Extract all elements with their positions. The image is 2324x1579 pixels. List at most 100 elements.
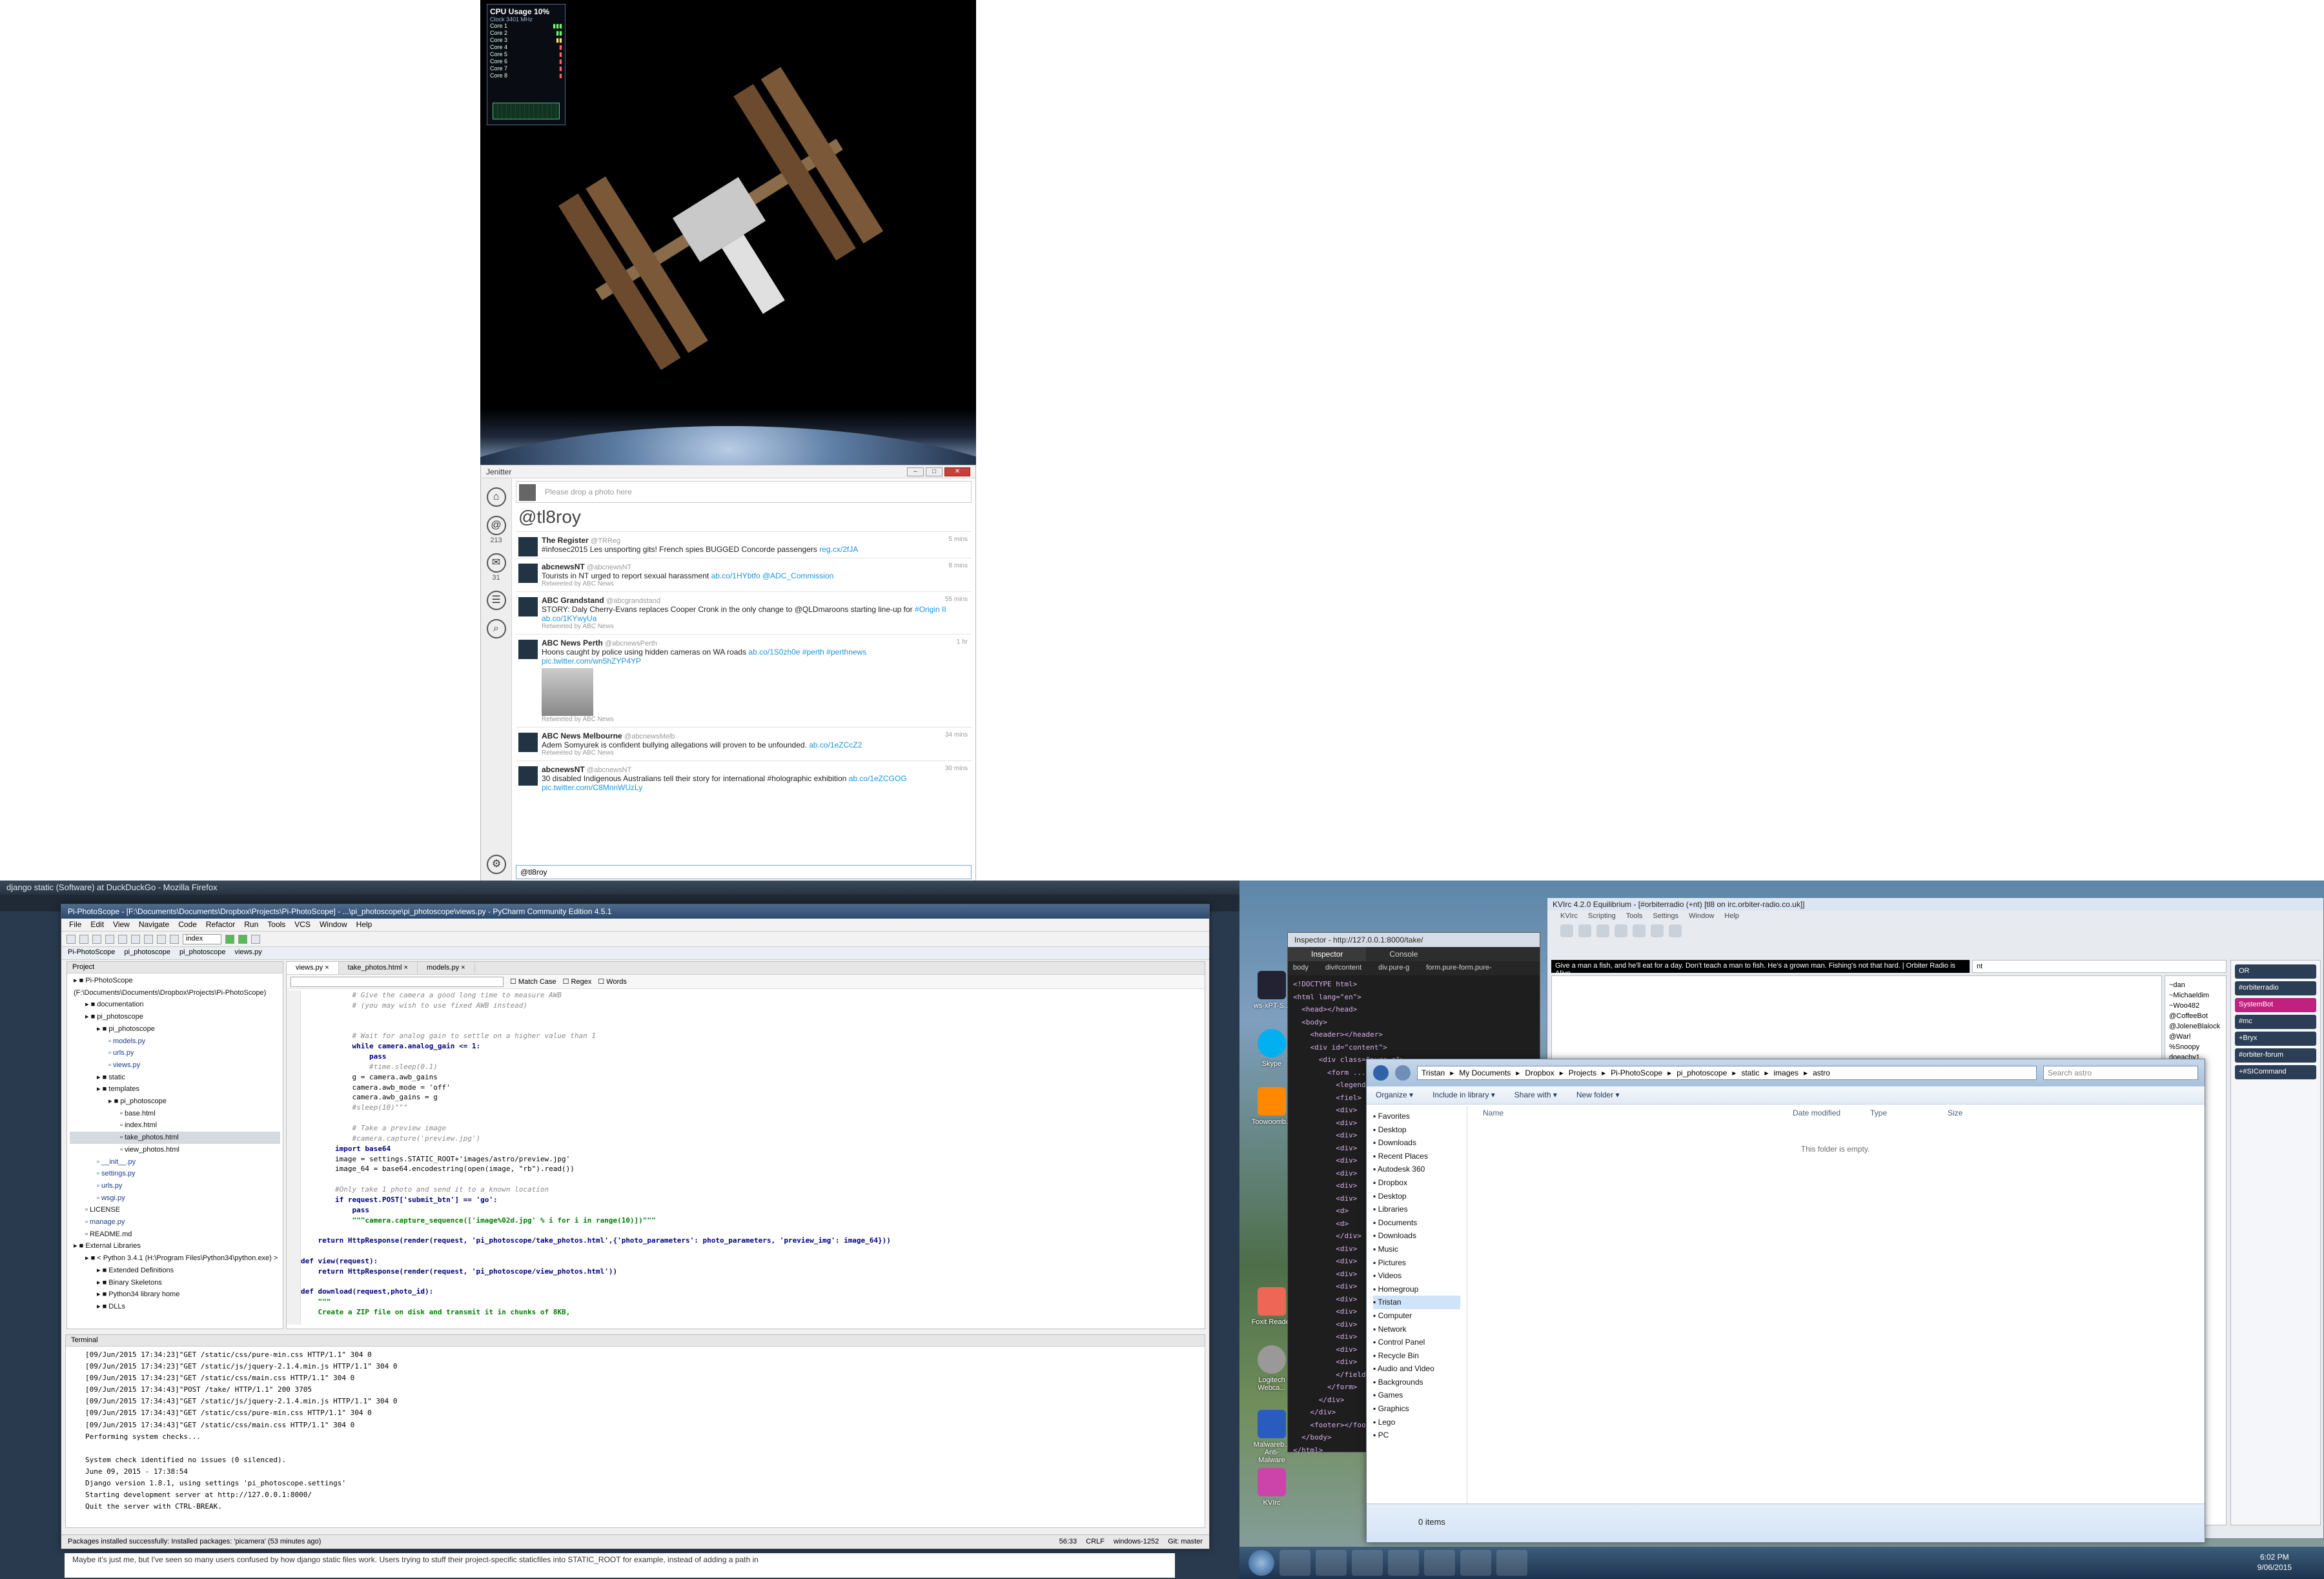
git-branch[interactable]: Git: master	[1168, 1538, 1203, 1546]
nav-item[interactable]: ▪ Documents	[1373, 1216, 1460, 1230]
channel-item[interactable]: #mc	[2235, 1015, 2316, 1029]
tweet-link[interactable]: ab.co/1S0zh0e #perth #perthnews pic.twit…	[542, 647, 866, 666]
open-icon[interactable]	[66, 934, 76, 944]
menu-help[interactable]: Help	[356, 920, 372, 930]
project-tree-item[interactable]: ▸ ■ External Libraries	[70, 1240, 280, 1252]
tweet-link[interactable]: #Origin II ab.co/1KYwyUa	[542, 605, 946, 623]
minimize-button[interactable]: –	[907, 467, 924, 476]
line-separator[interactable]: CRLF	[1086, 1538, 1105, 1546]
tweet-photo[interactable]	[542, 668, 593, 716]
command-organize[interactable]: Organize ▾	[1376, 1090, 1413, 1100]
project-tree-item[interactable]: ▸ ■ Binary Skeletons	[70, 1277, 280, 1289]
file-encoding[interactable]: windows-1252	[1114, 1538, 1159, 1546]
path-segment[interactable]: pi_photoscope	[1677, 1068, 1727, 1077]
find-input[interactable]	[290, 976, 504, 987]
nav-item[interactable]: ▪ Lego	[1373, 1416, 1460, 1429]
search-input[interactable]: Search astro	[2043, 1066, 2198, 1080]
redo-icon[interactable]	[118, 934, 127, 944]
user-item[interactable]: ~dan	[2169, 980, 2222, 990]
user-item[interactable]: @CoffeeBot	[2169, 1011, 2222, 1021]
project-tree-item[interactable]: ▫ README.md	[70, 1228, 280, 1241]
tweet-link[interactable]: ab.co/1HYbtfo @ADC_Commission	[711, 571, 834, 580]
project-panel-header[interactable]: Project	[67, 962, 283, 973]
project-tree-item[interactable]: ▫ view_photos.html	[70, 1144, 280, 1156]
start-button[interactable]	[1249, 1550, 1274, 1576]
dom-node[interactable]: <div id="content">	[1293, 1041, 1534, 1054]
match-case-checkbox[interactable]: ☐ Match Case	[510, 977, 556, 986]
command-share-with[interactable]: Share with ▾	[1514, 1090, 1557, 1100]
nav-item[interactable]: ▪ Recycle Bin	[1373, 1349, 1460, 1363]
terminal-header[interactable]: Terminal	[66, 1335, 1205, 1347]
column-size[interactable]: Size	[1948, 1108, 2025, 1123]
path-segment[interactable]: Projects	[1569, 1068, 1596, 1077]
dom-node[interactable]: <header></header>	[1293, 1028, 1534, 1041]
project-tree-item[interactable]: ▸ ■ static	[70, 1072, 280, 1084]
options-icon[interactable]	[1615, 924, 1627, 937]
menu-kvirc[interactable]: KVIrc	[1560, 912, 1578, 921]
photo-drop-input[interactable]: Please drop a photo here	[516, 481, 972, 503]
tweet-item[interactable]: abcnewsNT @abcnewsNT 30 mins 30 disabled I…	[516, 760, 972, 796]
breadcrumb-item[interactable]: views.py	[235, 948, 262, 958]
run-icon[interactable]	[225, 934, 234, 944]
path-segment[interactable]: static	[1741, 1068, 1759, 1077]
debug-icon[interactable]	[238, 934, 247, 944]
nav-item[interactable]: ▪ Backgrounds	[1373, 1376, 1460, 1389]
server-icon[interactable]	[1578, 924, 1591, 937]
channel-item[interactable]: +Bryx	[2235, 1032, 2316, 1046]
nav-item[interactable]: ▪ Graphics	[1373, 1402, 1460, 1416]
menu-code[interactable]: Code	[178, 920, 197, 930]
user-item[interactable]: ~Michaeldim	[2169, 990, 2222, 1001]
breadcrumb-item[interactable]: body	[1293, 964, 1309, 973]
project-tree-item[interactable]: ▸ ■ pi_photoscope	[70, 1095, 280, 1108]
breadcrumb-item[interactable]: Pi-PhotoScope	[68, 948, 115, 958]
tab-console[interactable]: Console	[1366, 947, 1441, 961]
tweet-author[interactable]: abcnewsNT	[542, 562, 585, 571]
menu-window[interactable]: Window	[320, 920, 347, 930]
nav-item[interactable]: ▪ Network	[1373, 1323, 1460, 1336]
column-date-modified[interactable]: Date modified	[1793, 1108, 1870, 1123]
tweet-item[interactable]: ABC News Perth @abcnewsPerth 1 hr Hoons ca…	[516, 634, 972, 727]
breadcrumb-item[interactable]: form.pure-form.pure-	[1426, 964, 1491, 973]
tweet-author[interactable]: abcnewsNT	[542, 765, 585, 774]
tweet-author[interactable]: ABC Grandstand	[542, 596, 604, 605]
menu-vcs[interactable]: VCS	[294, 920, 311, 930]
breadcrumb-item[interactable]: pi_photoscope	[124, 948, 170, 958]
system-clock[interactable]: 6:02 PM 9/06/2015	[2258, 1552, 2292, 1573]
tweet-author[interactable]: The Register	[542, 536, 589, 545]
nav-item[interactable]: ▪ Desktop	[1373, 1123, 1460, 1137]
nav-item[interactable]: ▪ Music	[1373, 1243, 1460, 1256]
project-tree-item[interactable]: ▫ manage.py	[70, 1216, 280, 1228]
breadcrumb-item[interactable]: div#content	[1325, 964, 1361, 973]
path-segment[interactable]: astro	[1813, 1068, 1830, 1077]
tweet-author[interactable]: ABC News Perth	[542, 638, 603, 647]
mentions-icon[interactable]: @	[486, 516, 506, 535]
project-tree-item[interactable]: ▫ wsgi.py	[70, 1192, 280, 1205]
taskbar-app3[interactable]	[1496, 1550, 1527, 1576]
nav-item[interactable]: ▪ Videos	[1373, 1269, 1460, 1283]
taskbar-pycharm[interactable]	[1352, 1550, 1383, 1576]
user-item[interactable]: ~Woo482	[2169, 1001, 2222, 1011]
menu-help[interactable]: Help	[1724, 912, 1739, 921]
tab-take_photos-html[interactable]: take_photos.html ×	[339, 962, 418, 974]
project-tree-item[interactable]: ▫ take_photos.html	[70, 1132, 280, 1144]
menu-tools[interactable]: Tools	[1626, 912, 1643, 921]
breadcrumb-item[interactable]: div.pure-g	[1378, 964, 1409, 973]
path-segment[interactable]: images	[1773, 1068, 1799, 1077]
project-tree-item[interactable]: ▸ ■ < Python 3.4.1 (H:\Program Files\Pyt…	[70, 1252, 280, 1265]
menu-settings[interactable]: Settings	[1653, 912, 1678, 921]
regex-checkbox[interactable]: ☐ Regex	[563, 977, 592, 986]
connect-icon[interactable]	[1560, 924, 1573, 937]
compose-tweet-input[interactable]: @tl8roy	[516, 865, 972, 879]
project-tree-item[interactable]: ▫ urls.py	[70, 1180, 280, 1192]
column-type[interactable]: Type	[1870, 1108, 1948, 1123]
save-icon[interactable]	[79, 934, 88, 944]
menu-run[interactable]: Run	[244, 920, 258, 930]
menu-tools[interactable]: Tools	[267, 920, 285, 930]
address-bar[interactable]: Tristan ▸ My Documents ▸ Dropbox ▸ Projects ▸ Pi…	[1417, 1066, 2037, 1080]
menu-scripting[interactable]: Scripting	[1588, 912, 1616, 921]
nav-item[interactable]: ▪ Favorites	[1373, 1110, 1460, 1123]
project-tree-item[interactable]: ▸ ■ Extended Definitions	[70, 1265, 280, 1277]
maximize-button[interactable]: □	[926, 467, 943, 476]
channel-mode[interactable]: nt	[1972, 960, 2227, 973]
dom-node[interactable]: <!DOCTYPE html>	[1293, 978, 1534, 991]
